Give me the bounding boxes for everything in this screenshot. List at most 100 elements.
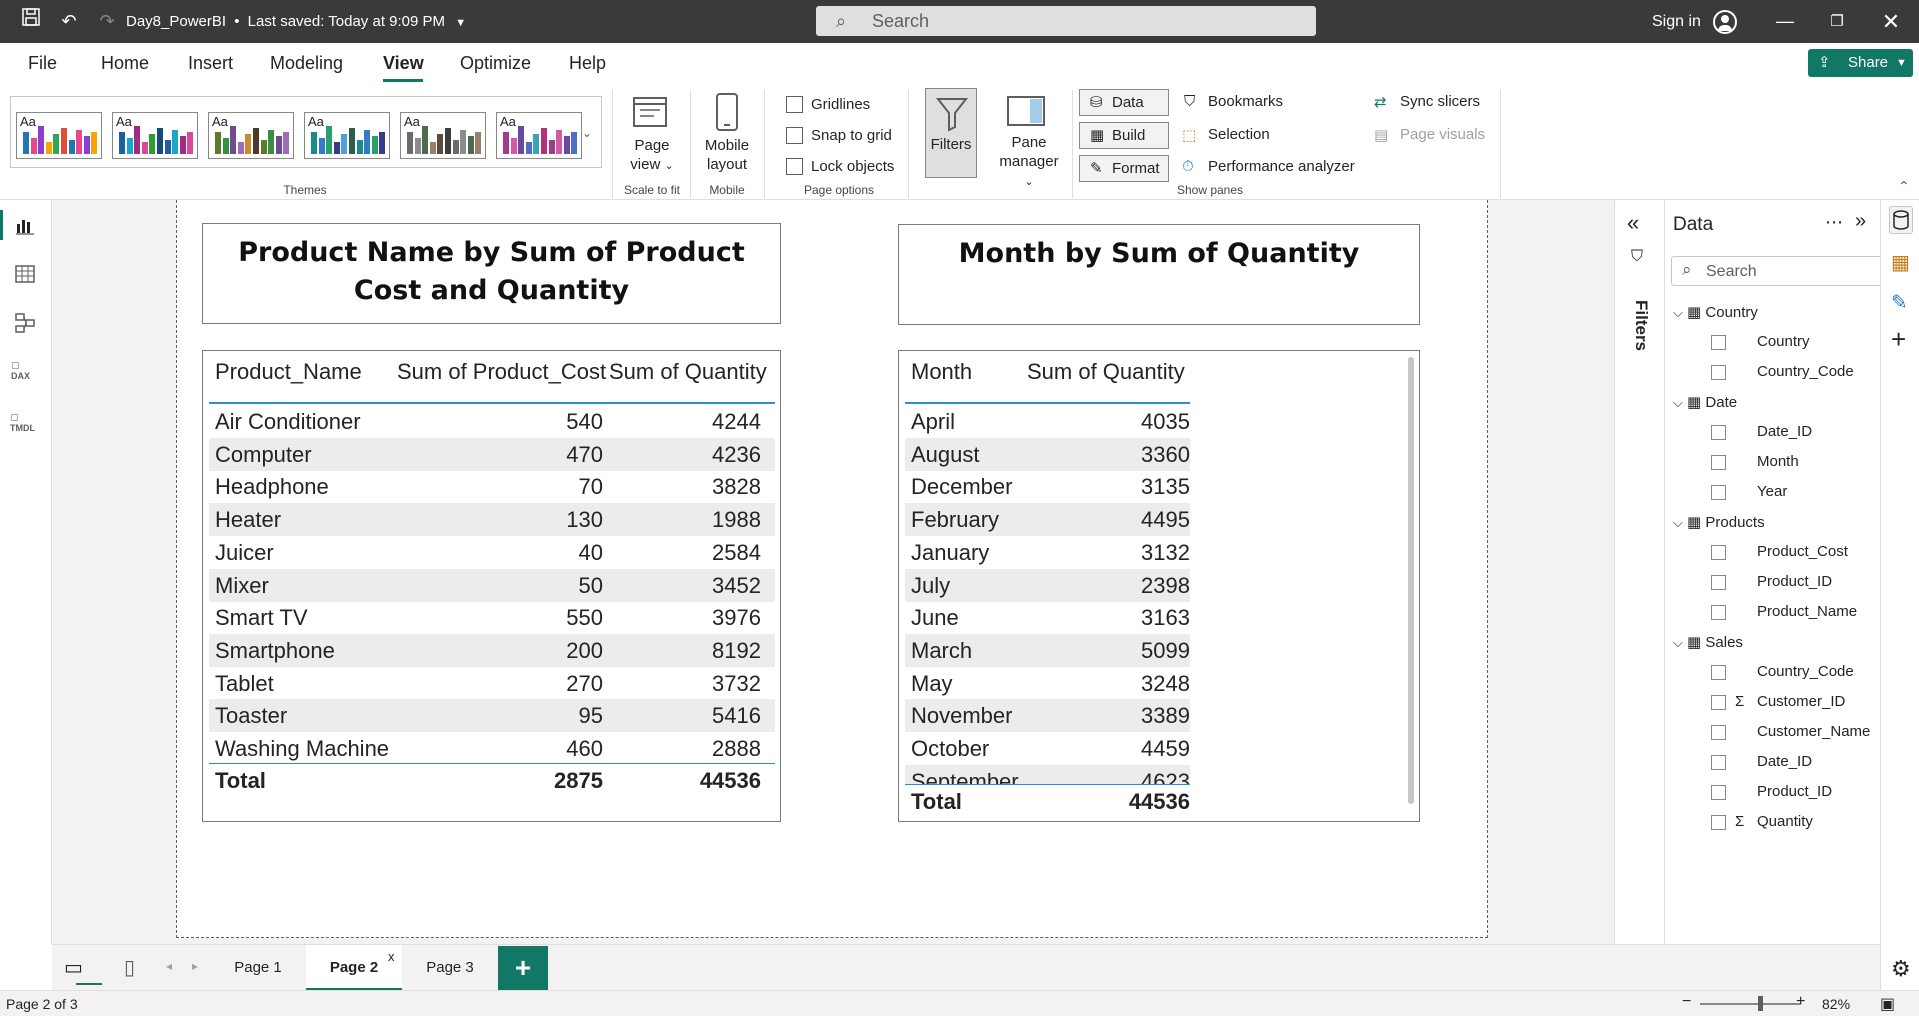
mobile-layout-button[interactable]: Mobile layout <box>698 136 756 174</box>
field-item[interactable]: Country_Code <box>1757 363 1854 380</box>
field-item[interactable]: Customer_ID <box>1757 693 1845 710</box>
column-header[interactable]: Sum of Quantity <box>609 359 767 385</box>
data-pane-toggle-icon[interactable] <box>1889 206 1913 234</box>
table-row[interactable]: August 3360 <box>905 437 1190 471</box>
field-checkbox[interactable] <box>1711 455 1726 470</box>
add-page-button[interactable]: + <box>498 946 548 990</box>
format-pane-button[interactable]: ✎ Format <box>1079 155 1169 182</box>
tmdl-view-icon[interactable]: ▢ TMDL <box>10 412 35 433</box>
desktop-layout-icon[interactable]: ▭ <box>64 955 83 980</box>
zoom-slider-track[interactable] <box>1700 1003 1800 1005</box>
table-row[interactable]: Toaster 95 5416 <box>209 699 775 733</box>
field-checkbox[interactable] <box>1711 725 1726 740</box>
filters-pane-button[interactable]: Filters <box>925 88 977 178</box>
search-box[interactable]: ⌕ Search <box>816 6 1316 36</box>
field-checkbox[interactable] <box>1711 365 1726 380</box>
scroll-left-icon[interactable]: ◂ <box>166 959 172 973</box>
theme-swatch[interactable]: Aa <box>208 112 294 159</box>
table-row[interactable]: Washing Machine 460 2888 <box>209 732 775 765</box>
snap-to-grid-checkbox[interactable] <box>786 127 803 144</box>
table-row[interactable]: July 2398 <box>905 568 1190 602</box>
dax-query-view-icon[interactable]: ▢ DAX <box>11 360 30 381</box>
share-button[interactable]: ⇪ Share ▼ <box>1808 49 1913 77</box>
gridlines-checkbox[interactable] <box>786 96 803 113</box>
field-checkbox[interactable] <box>1711 545 1726 560</box>
bookmarks-button[interactable]: ⛉ Bookmarks <box>1180 93 1283 110</box>
scroll-right-icon[interactable]: ▸ <box>192 959 198 973</box>
column-header[interactable]: Month <box>911 359 972 385</box>
zoom-slider-thumb[interactable] <box>1758 996 1763 1011</box>
theme-swatch[interactable]: Aa <box>496 112 582 159</box>
theme-swatch[interactable]: Aa <box>16 112 102 159</box>
collapse-ribbon-icon[interactable]: ⌃ <box>1898 178 1910 195</box>
menu-file[interactable]: File <box>28 43 57 83</box>
theme-swatch[interactable]: Aa <box>112 112 198 159</box>
theme-swatch[interactable]: Aa <box>304 112 390 159</box>
table-row[interactable]: February 4495 <box>905 503 1190 537</box>
model-view-icon[interactable] <box>14 312 36 339</box>
page-tab-3[interactable]: Page 3 <box>402 945 498 991</box>
table-row[interactable]: Smartphone 200 8192 <box>209 633 775 667</box>
field-item[interactable]: Date_ID <box>1757 753 1812 770</box>
field-checkbox[interactable] <box>1711 695 1726 710</box>
table-row[interactable]: Heater 130 1988 <box>209 503 775 537</box>
visual1-table[interactable]: Product_Name Sum of Product_Cost Sum of … <box>202 350 781 822</box>
table-view-icon[interactable] <box>14 263 36 290</box>
page-view-button[interactable]: Page view ⌄ <box>622 136 682 176</box>
field-checkbox[interactable] <box>1711 605 1726 620</box>
column-header[interactable]: Sum of Product_Cost <box>397 359 606 385</box>
field-item[interactable]: Product_ID <box>1757 573 1832 590</box>
table-row[interactable]: May 3248 <box>905 667 1190 700</box>
zoom-out-icon[interactable]: − <box>1682 993 1691 1011</box>
build-pane-button[interactable]: ▦ Build <box>1079 122 1169 149</box>
visual2-table[interactable]: Month Sum of Quantity April 4035 August 336… <box>898 350 1420 822</box>
table-row[interactable]: Headphone 70 3828 <box>209 470 775 503</box>
vertical-scrollbar[interactable] <box>1408 357 1414 804</box>
close-icon[interactable]: ✕ <box>1876 0 1906 43</box>
add-pane-icon[interactable]: + <box>1891 324 1906 355</box>
field-table-products[interactable]: ⌵ ▦ Products <box>1673 513 1765 531</box>
build-visual-icon[interactable]: ▦ <box>1891 250 1910 275</box>
settings-gear-icon[interactable]: ⚙ <box>1891 956 1911 982</box>
table-row[interactable]: June 3163 <box>905 601 1190 634</box>
column-header[interactable]: Product_Name <box>215 359 362 385</box>
pane-manager-button[interactable]: Pane manager ⌄ <box>994 133 1064 192</box>
collapse-data-pane-icon[interactable]: » <box>1855 210 1866 233</box>
field-checkbox[interactable] <box>1711 335 1726 350</box>
table-row[interactable]: Air Conditioner 540 4244 <box>209 405 775 438</box>
minimize-icon[interactable]: — <box>1770 0 1800 43</box>
field-item[interactable]: Product_Cost <box>1757 543 1848 560</box>
table-row[interactable]: March 5099 <box>905 633 1190 667</box>
field-item[interactable]: Country <box>1757 333 1810 350</box>
field-item[interactable]: Date_ID <box>1757 423 1812 440</box>
format-visual-icon[interactable]: ✎ <box>1891 290 1908 315</box>
field-item[interactable]: Customer_Name <box>1757 723 1870 740</box>
data-pane-button[interactable]: ⛁ Data <box>1079 89 1169 116</box>
visual2-title-card[interactable]: Month by Sum of Quantity <box>898 224 1420 325</box>
field-checkbox[interactable] <box>1711 665 1726 680</box>
mobile-layout-icon[interactable]: ▯ <box>124 955 135 980</box>
table-row[interactable]: January 3132 <box>905 536 1190 569</box>
close-tab-icon[interactable]: x <box>388 949 395 964</box>
lock-objects-checkbox[interactable] <box>786 158 803 175</box>
column-header[interactable]: Sum of Quantity <box>1027 359 1185 385</box>
more-options-icon[interactable]: ⋯ <box>1825 212 1843 233</box>
table-row[interactable]: October 4459 <box>905 732 1190 765</box>
table-row[interactable]: November 3389 <box>905 699 1190 733</box>
save-icon[interactable] <box>18 0 44 43</box>
field-table-sales[interactable]: ⌵ ▦ Sales <box>1673 633 1743 651</box>
zoom-in-icon[interactable]: + <box>1796 993 1805 1011</box>
themes-more-chevron-icon[interactable]: ⌄ <box>582 126 592 140</box>
page-view-icon[interactable] <box>630 92 676 132</box>
sync-slicers-button[interactable]: ⇄ Sync slicers <box>1372 93 1480 111</box>
field-table-country[interactable]: ⌵ ▦ Country <box>1673 303 1758 321</box>
selection-button[interactable]: ⬚ Selection <box>1180 126 1270 144</box>
table-row[interactable]: Smart TV 550 3976 <box>209 601 775 634</box>
field-table-date[interactable]: ⌵ ▦ Date <box>1673 393 1737 411</box>
field-checkbox[interactable] <box>1711 755 1726 770</box>
field-checkbox[interactable] <box>1711 485 1726 500</box>
field-item[interactable]: Quantity <box>1757 813 1813 830</box>
field-item[interactable]: Year <box>1757 483 1787 500</box>
menu-modeling[interactable]: Modeling <box>270 43 343 83</box>
field-checkbox[interactable] <box>1711 785 1726 800</box>
